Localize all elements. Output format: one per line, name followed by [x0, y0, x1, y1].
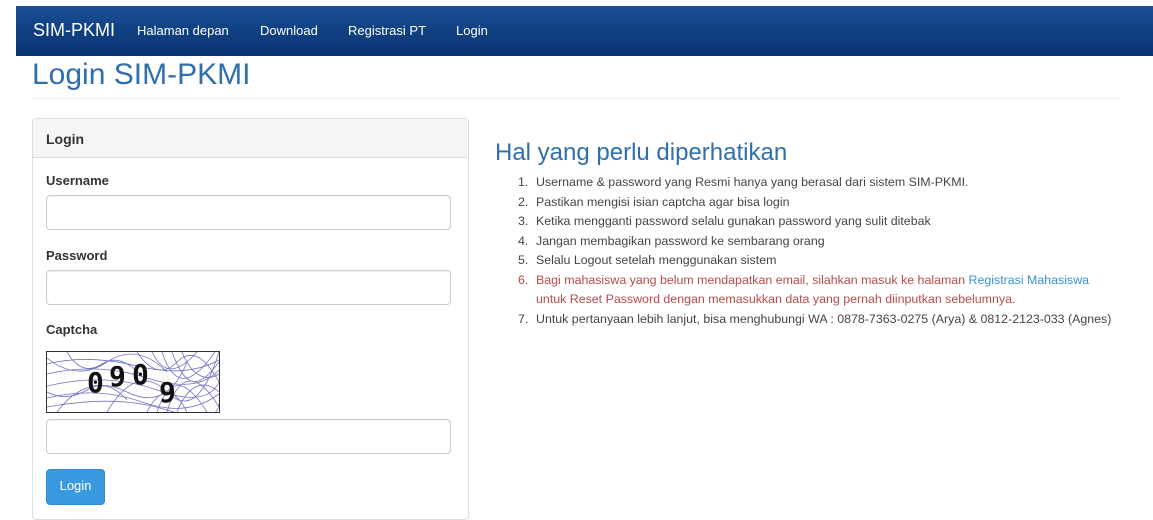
registrasi-mahasiswa-link[interactable]: Registrasi Mahasiswa — [969, 273, 1090, 287]
svg-text:0: 0 — [87, 366, 104, 399]
captcha-code: 0909 — [47, 352, 50, 353]
info-title: Hal yang perlu diperhatikan — [495, 139, 788, 166]
nav-item-download[interactable]: Download — [260, 23, 318, 39]
password-label: Password — [46, 248, 108, 263]
captcha-image: 0909 0 9 0 9 — [46, 351, 220, 413]
login-panel: Login Username Password Captcha 0909 0 9… — [32, 118, 469, 520]
username-label: Username — [46, 173, 109, 188]
info-item-warning: 6. Bagi mahasiswa yang belum mendapatkan … — [518, 272, 1090, 307]
login-panel-heading: Login — [33, 119, 468, 158]
login-panel-title: Login — [46, 131, 85, 147]
login-button[interactable]: Login — [46, 469, 105, 505]
info-item: 4. Jangan membagikan password ke sembaran… — [518, 233, 825, 248]
info-item: 3. Ketika mengganti password selalu gunak… — [518, 214, 931, 228]
svg-text:9: 9 — [159, 376, 176, 409]
nav-item-login[interactable]: Login — [456, 23, 488, 39]
info-list: 1. Username & password yang Resmi hanya y… — [500, 173, 1120, 329]
svg-text:0: 0 — [132, 358, 149, 391]
info-item: 2. Pastikan mengisi isian captcha agar bi… — [518, 194, 790, 209]
nav-item-halaman-depan[interactable]: Halaman depan — [137, 23, 229, 39]
nav-item-registrasi-pt[interactable]: Registrasi PT — [348, 23, 426, 39]
password-input[interactable] — [46, 270, 451, 305]
info-item: 1. Username & password yang Resmi hanya y… — [518, 175, 969, 189]
svg-text:9: 9 — [109, 360, 126, 393]
info-item: 5. Selalu Logout setelah menggunakan sist… — [518, 253, 777, 267]
captcha-label: Captcha — [46, 322, 98, 337]
captcha-input[interactable] — [46, 419, 451, 454]
info-item: 7. Untuk pertanyaan lebih lanjut, bisa me… — [518, 311, 1112, 326]
top-navbar: SIM-PKMI Halaman depan Download Registra… — [16, 6, 1153, 56]
username-input[interactable] — [46, 195, 451, 230]
title-divider — [32, 98, 1122, 99]
page-title: Login SIM-PKMI — [32, 58, 251, 91]
navbar-brand[interactable]: SIM-PKMI — [33, 20, 115, 40]
